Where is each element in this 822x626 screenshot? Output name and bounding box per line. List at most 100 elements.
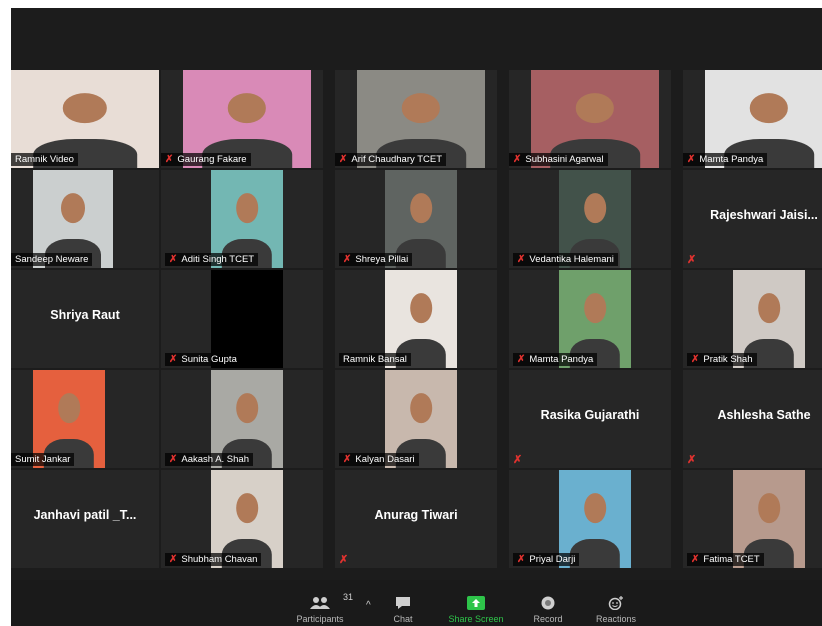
muted-mic-icon: ✗ <box>339 154 348 165</box>
participant-name: Anurag Tiwari <box>374 508 458 522</box>
participant-tile[interactable]: ✗ Priyal Darji <box>509 470 671 568</box>
participant-name: Ramnik Video <box>15 154 74 165</box>
muted-mic-icon: ✗ <box>169 454 178 465</box>
participant-tile[interactable]: ✗ Arif Chaudhary TCET <box>335 70 497 168</box>
participant-tile[interactable]: ✗ Kalyan Dasari <box>335 370 497 468</box>
participant-name: Mamta Pandya <box>699 154 764 165</box>
participant-tile[interactable]: Ashlesha Sathe ✗ <box>683 370 822 468</box>
participant-tile[interactable]: ✗ Vedantika Halemani <box>509 170 671 268</box>
share-screen-icon <box>467 596 485 610</box>
participant-tile[interactable]: Janhavi patil _T... <box>11 470 159 568</box>
chat-label: Chat <box>393 614 413 624</box>
chat-icon <box>396 597 410 609</box>
chat-button[interactable]: Chat <box>383 596 423 624</box>
participant-tile[interactable]: ✗ Fatima TCET <box>683 470 822 568</box>
participant-name: Janhavi patil _T... <box>33 508 137 522</box>
reactions-icon <box>608 596 623 610</box>
participant-tile[interactable]: ✗ Sunita Gupta <box>161 270 323 368</box>
participant-name-bar: ✗ Mamta Pandya <box>513 353 598 366</box>
muted-mic-icon: ✗ <box>513 454 523 466</box>
participant-name: Subhasini Agarwal <box>525 154 604 165</box>
participant-tile[interactable]: Ramnik Video <box>11 70 159 168</box>
participant-name-bar: Ramnik Bansal <box>339 353 411 366</box>
participants-icon <box>310 597 330 609</box>
participant-tile[interactable]: Sandeep Neware <box>11 170 159 268</box>
muted-mic-icon: ✗ <box>169 354 178 365</box>
participant-tile[interactable]: Anurag Tiwari ✗ <box>335 470 497 568</box>
participant-name-bar: ✗ Gaurang Fakare <box>161 153 251 166</box>
participant-name-bar: ✗ Fatima TCET <box>687 553 764 566</box>
participant-tile[interactable]: Rasika Gujarathi ✗ <box>509 370 671 468</box>
participant-name-bar: ✗ Vedantika Halemani <box>513 253 618 266</box>
participants-caret-icon[interactable]: ^ <box>366 600 371 611</box>
participant-name-bar: ✗ Aakash A. Shah <box>165 453 253 466</box>
participant-name: Shreya Pillai <box>355 254 409 265</box>
participant-tile[interactable]: Rajeshwari Jaisi... ✗ <box>683 170 822 268</box>
participant-tile[interactable]: ✗ Aditi Singh TCET <box>161 170 323 268</box>
record-icon <box>541 596 555 610</box>
participant-tile[interactable]: ✗ Shreya Pillai <box>335 170 497 268</box>
participant-name: Fatima TCET <box>703 554 760 565</box>
participant-name: Pratik Shah <box>703 354 753 365</box>
participant-tile[interactable]: ✗ Pratik Shah <box>683 270 822 368</box>
reactions-button[interactable]: Reactions <box>589 596 643 624</box>
participants-count: 31 <box>343 592 354 602</box>
participant-name-bar: ✗ Subhasini Agarwal <box>509 153 608 166</box>
muted-mic-icon: ✗ <box>687 454 697 466</box>
muted-mic-icon: ✗ <box>169 254 178 265</box>
muted-mic-icon: ✗ <box>343 254 352 265</box>
participant-name: Aditi Singh TCET <box>181 254 255 265</box>
record-label: Record <box>533 614 563 624</box>
muted-mic-icon: ✗ <box>691 554 700 565</box>
share-screen-label: Share Screen <box>448 614 504 624</box>
participant-name: Priyal Darji <box>529 554 576 565</box>
muted-mic-icon: ✗ <box>343 454 352 465</box>
muted-mic-icon: ✗ <box>513 154 522 165</box>
participant-tile[interactable]: Shriya Raut <box>11 270 159 368</box>
participant-name-bar: ✗ Kalyan Dasari <box>339 453 419 466</box>
muted-mic-icon: ✗ <box>339 554 349 566</box>
muted-mic-icon: ✗ <box>169 554 178 565</box>
muted-mic-icon: ✗ <box>687 254 697 266</box>
participants-label: Participants <box>296 614 344 624</box>
participant-tile[interactable]: ✗ Aakash A. Shah <box>161 370 323 468</box>
participants-button[interactable]: Participants <box>289 596 351 624</box>
participant-name: Ramnik Bansal <box>343 354 407 365</box>
zoom-meeting-window: Ramnik Video ✗ Gaurang Fakare ✗ Arif Chaudha… <box>11 8 822 626</box>
participant-name-bar: Sandeep Neware <box>11 253 93 266</box>
participant-name-bar: ✗ Priyal Darji <box>513 553 580 566</box>
participant-tile[interactable]: Sumit Jankar <box>11 370 159 468</box>
participant-name: Sunita Gupta <box>181 354 237 365</box>
participant-tile[interactable]: ✗ Gaurang Fakare <box>161 70 323 168</box>
participant-name: Ashlesha Sathe <box>717 408 811 422</box>
participant-name-bar: Sumit Jankar <box>11 453 75 466</box>
muted-mic-icon: ✗ <box>517 354 526 365</box>
participant-name-bar: ✗ Sunita Gupta <box>165 353 241 366</box>
muted-mic-icon: ✗ <box>517 554 526 565</box>
participant-name: Rajeshwari Jaisi... <box>710 208 818 222</box>
participant-name-bar: ✗ Shubham Chavan <box>165 553 262 566</box>
participant-tile[interactable]: ✗ Shubham Chavan <box>161 470 323 568</box>
meeting-toolbar: Participants 31 ^ Chat Share Screen Reco… <box>11 580 822 626</box>
participant-tile[interactable]: ✗ Mamta Pandya <box>683 70 822 168</box>
participant-tile[interactable]: ✗ Mamta Pandya <box>509 270 671 368</box>
participant-name-bar: ✗ Shreya Pillai <box>339 253 413 266</box>
participant-name-bar: ✗ Mamta Pandya <box>683 153 768 166</box>
participant-tile[interactable]: Ramnik Bansal <box>335 270 497 368</box>
participant-name-bar: ✗ Aditi Singh TCET <box>165 253 259 266</box>
participant-name-bar: ✗ Arif Chaudhary TCET <box>335 153 447 166</box>
participant-name: Aakash A. Shah <box>181 454 249 465</box>
participant-name: Arif Chaudhary TCET <box>351 154 443 165</box>
participant-name-bar: ✗ Pratik Shah <box>687 353 757 366</box>
participant-name: Shriya Raut <box>50 308 120 322</box>
participant-tile[interactable]: ✗ Subhasini Agarwal <box>509 70 671 168</box>
participant-name: Rasika Gujarathi <box>540 408 640 422</box>
record-button[interactable]: Record <box>526 596 570 624</box>
participant-name: Kalyan Dasari <box>355 454 415 465</box>
participant-name: Sumit Jankar <box>15 454 71 465</box>
participant-name: Vedantika Halemani <box>529 254 614 265</box>
muted-mic-icon: ✗ <box>691 354 700 365</box>
participant-name: Gaurang Fakare <box>177 154 247 165</box>
participant-name: Sandeep Neware <box>15 254 89 265</box>
share-screen-button[interactable]: Share Screen <box>445 596 507 624</box>
